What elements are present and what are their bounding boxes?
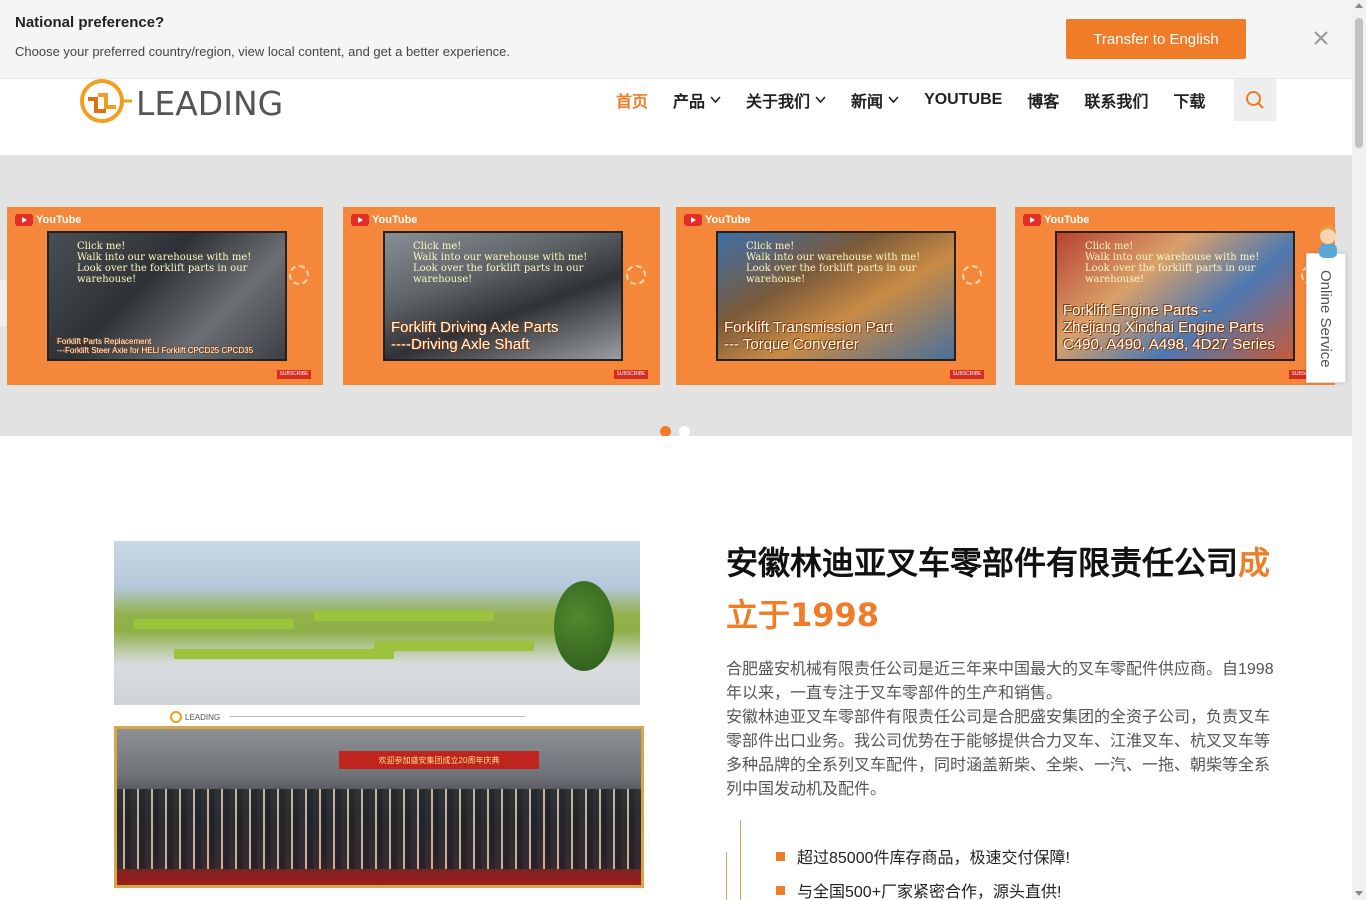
page: National preference? Choose your preferr…	[0, 0, 1366, 900]
about-title-main: 安徽林迪亚叉车零部件有限责任公司	[726, 544, 1239, 582]
nav-item[interactable]: 联系我们	[1084, 88, 1148, 112]
about-paragraph: 合肥盛安机械有限责任公司是近三年来中国最大的叉车零配件供应商。自1998年以来，…	[726, 661, 1274, 798]
card-caption: Forklift Driving Axle Parts ----Driving …	[391, 319, 559, 353]
nav-item[interactable]: 产品	[673, 88, 721, 112]
video-thumbnail: Click me! Walk into our warehouse with m…	[1055, 231, 1295, 361]
main-nav: 首页 产品 关于我们 新闻 YOUTUBE 博客 联系我们 下载	[616, 88, 1230, 112]
video-card[interactable]: YouTube Click me! Walk into our warehouse…	[7, 207, 323, 385]
group-photo: 欢迎参加盛安集团成立20周年庆典	[114, 726, 644, 888]
scroll-up-arrow-icon[interactable]	[1355, 3, 1363, 8]
preference-title: National preference?	[15, 14, 165, 31]
youtube-play-icon	[684, 214, 702, 226]
youtube-badge-label: YouTube	[1044, 214, 1090, 226]
site-header: LEADING 首页 产品 关于我们 新闻 YOUTUBE 博客 联系我们 下载	[0, 79, 1352, 155]
slider-pagination	[660, 426, 690, 436]
nav-item[interactable]: 下载	[1173, 88, 1205, 112]
feature-text: 与全国500+厂家紧密合作，源头直供!	[797, 884, 1062, 900]
feature-text: 超过85000件库存商品，极速交付保障!	[797, 850, 1070, 867]
slider-dot[interactable]	[679, 426, 690, 436]
video-thumbnail: Click me! Walk into our warehouse with m…	[383, 231, 623, 361]
decorative-circle	[962, 265, 982, 285]
youtube-badge: YouTube	[351, 214, 417, 226]
nav-item-label: 新闻	[851, 94, 884, 111]
nav-item-label: 下载	[1173, 94, 1206, 111]
bullet-icon	[776, 885, 785, 895]
transfer-to-english-button[interactable]: Transfer to English	[1066, 19, 1246, 59]
decorative-line	[740, 820, 741, 900]
chevron-down-icon	[815, 91, 826, 109]
nav-item[interactable]: 新闻	[851, 88, 899, 112]
card-note: Click me! Walk into our warehouse with m…	[746, 241, 921, 285]
mini-logo-text: LEADING	[185, 712, 221, 722]
subscribe-button[interactable]: SUBSCRIBE	[950, 370, 984, 379]
nav-item-label: 联系我们	[1084, 94, 1149, 111]
video-slider: YouTube Click me! Walk into our warehouse…	[0, 155, 1352, 436]
subscribe-button[interactable]: SUBSCRIBE	[277, 370, 311, 379]
feature-item: 超过85000件库存商品，极速交付保障!	[776, 844, 1070, 868]
youtube-badge: YouTube	[684, 214, 750, 226]
youtube-badge-label: YouTube	[372, 214, 418, 226]
youtube-badge-label: YouTube	[705, 214, 751, 226]
youtube-badge-label: YouTube	[36, 214, 82, 226]
card-note: Click me! Walk into our warehouse with m…	[77, 241, 252, 285]
chevron-down-icon	[888, 91, 899, 109]
nav-item[interactable]: 首页	[616, 88, 648, 112]
office-photo	[114, 541, 640, 705]
youtube-badge: YouTube	[15, 214, 81, 226]
online-service-label: Online Service	[1317, 270, 1334, 368]
decorative-circle	[289, 265, 309, 285]
decorative-divider	[230, 716, 525, 717]
video-thumbnail: Click me! Walk into our warehouse with m…	[47, 231, 287, 361]
nav-item-label: YOUTUBE	[924, 91, 1003, 108]
card-note: Click me! Walk into our warehouse with m…	[413, 241, 588, 285]
national-preference-banner: National preference? Choose your preferr…	[0, 0, 1352, 79]
card-caption: Forklift Transmission Part --- Torque Co…	[724, 319, 894, 353]
youtube-play-icon	[1023, 214, 1041, 226]
logo-text: LEADING	[136, 83, 284, 123]
preference-description: Choose your preferred country/region, vi…	[15, 44, 511, 59]
youtube-play-icon	[15, 214, 33, 226]
card-caption: Forklift Engine Parts -- Zhejiang Xincha…	[1063, 302, 1275, 353]
online-service-tab[interactable]: Online Service	[1306, 226, 1346, 383]
nav-item-label: 关于我们	[746, 94, 811, 111]
nav-item[interactable]: 博客	[1027, 88, 1059, 112]
scrollbar-thumb[interactable]	[1355, 18, 1363, 148]
bullet-icon	[776, 851, 785, 861]
search-icon	[1246, 91, 1264, 109]
group-banner-text: 欢迎参加盛安集团成立20周年庆典	[339, 751, 539, 769]
search-button[interactable]	[1234, 79, 1276, 121]
slider-dot[interactable]	[660, 426, 671, 436]
leading-logo-icon	[80, 79, 132, 123]
scroll-down-arrow-icon[interactable]	[1355, 891, 1363, 896]
site-logo[interactable]: LEADING	[76, 79, 286, 127]
nav-item-label: 产品	[673, 94, 706, 111]
nav-item-label: 博客	[1027, 94, 1060, 111]
card-caption: Forklift Parts Replacement ---Forklift S…	[57, 337, 254, 355]
video-card[interactable]: YouTube Click me! Walk into our warehouse…	[343, 207, 660, 385]
nav-item[interactable]: YOUTUBE	[924, 91, 1002, 109]
video-card[interactable]: YouTube Click me! Walk into our warehouse…	[676, 207, 996, 385]
video-thumbnail: Click me! Walk into our warehouse with m…	[716, 231, 956, 361]
decorative-line	[726, 852, 727, 900]
youtube-play-icon	[351, 214, 369, 226]
nav-item[interactable]: 关于我们	[746, 88, 826, 112]
page-scrollbar[interactable]	[1352, 0, 1366, 900]
feature-item: 与全国500+厂家紧密合作，源头直供!	[776, 878, 1062, 900]
decorative-circle	[626, 265, 646, 285]
mini-logo: LEADING	[170, 711, 220, 723]
chevron-down-icon	[710, 91, 721, 109]
youtube-badge: YouTube	[1023, 214, 1089, 226]
leading-mini-logo-icon	[170, 711, 182, 723]
video-card[interactable]: YouTube Click me! Walk into our warehouse…	[1015, 207, 1335, 385]
subscribe-button[interactable]: SUBSCRIBE	[614, 370, 648, 379]
card-note: Click me! Walk into our warehouse with m…	[1085, 241, 1260, 285]
support-avatar-icon	[1319, 226, 1337, 258]
close-icon[interactable]	[1310, 27, 1332, 49]
nav-item-label: 首页	[616, 94, 649, 111]
about-title: 安徽林迪亚叉车零部件有限责任公司成立于1998	[726, 537, 1286, 641]
